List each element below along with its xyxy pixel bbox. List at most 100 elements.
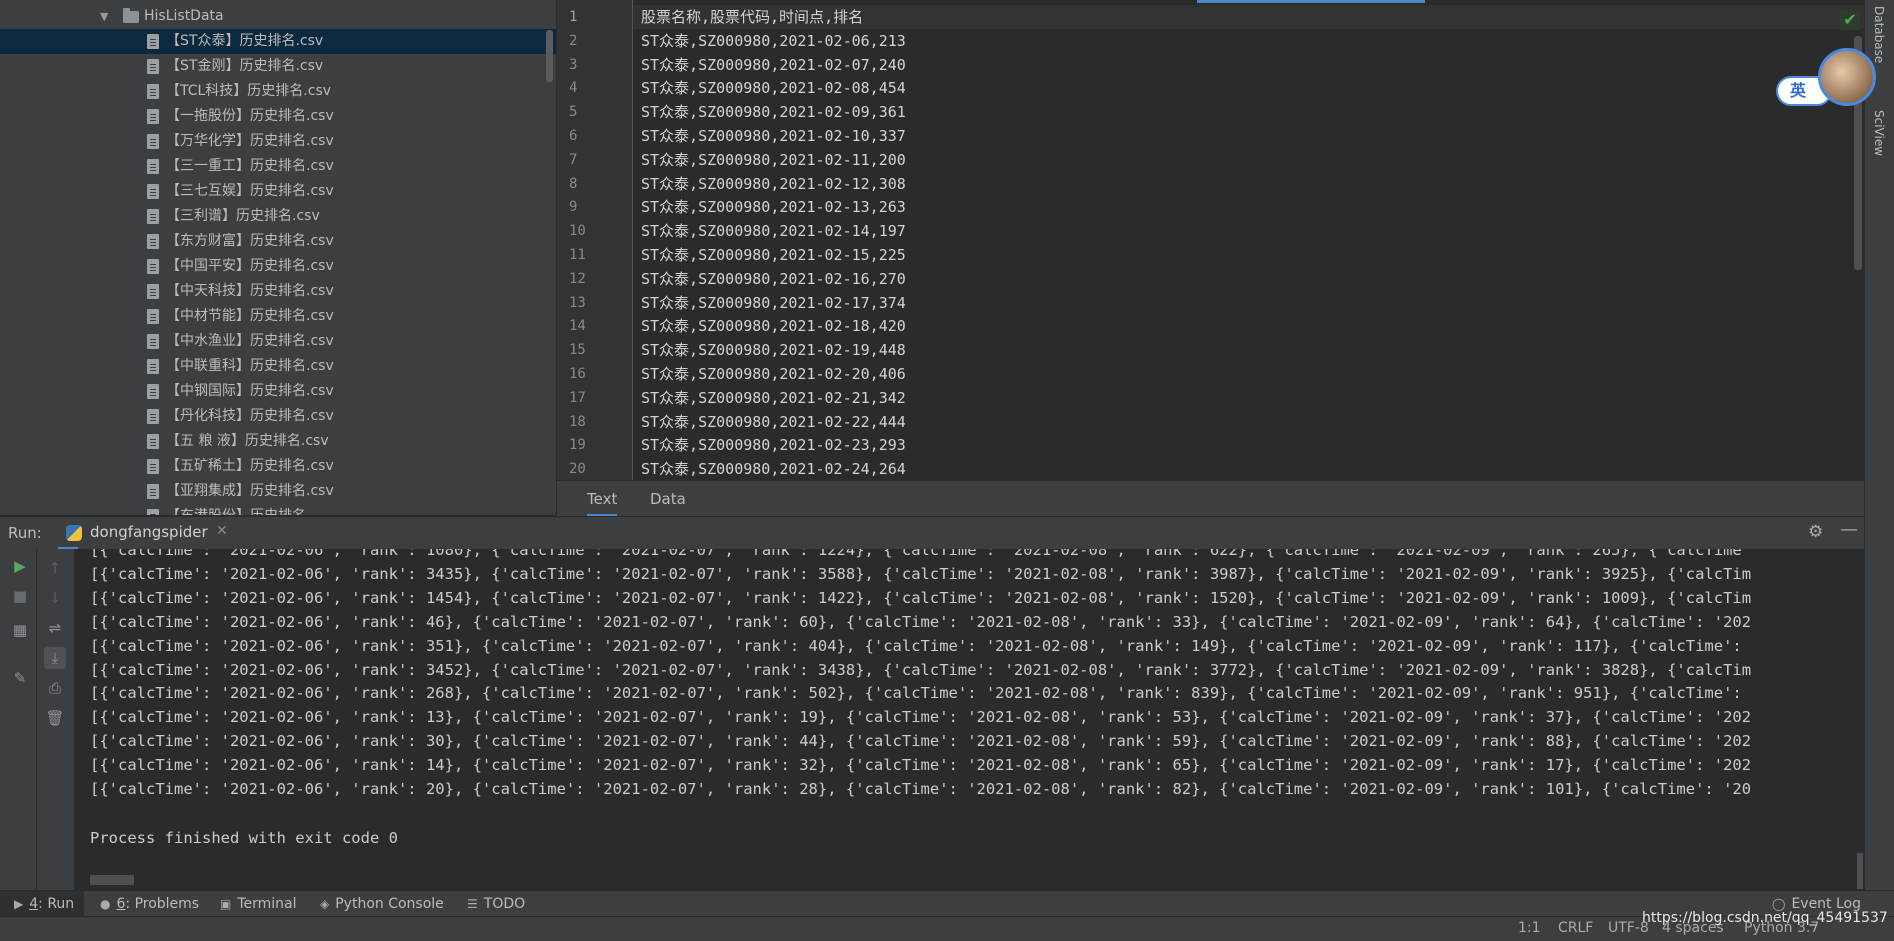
terminal-tool-button[interactable]: ▣ Terminal [220,891,297,917]
code-line[interactable]: ST众泰,SZ000980,2021-02-17,374 [641,291,906,315]
close-icon[interactable]: ✕ [216,523,228,539]
console-line: [{'calcTime': '2021-02-06', 'rank': 20},… [90,780,1752,798]
csv-file-icon [147,59,159,74]
code-line[interactable]: ST众泰,SZ000980,2021-02-21,342 [641,386,906,410]
csv-file-icon [147,209,159,224]
code-line[interactable]: ST众泰,SZ000980,2021-02-20,406 [641,362,906,386]
tree-file-item[interactable]: 【东港股份】历史排名 [0,504,556,515]
scroll-to-end-icon[interactable]: ⤓ [44,647,66,669]
tree-file-item[interactable]: 【中天科技】历史排名.csv [0,279,556,304]
caret-position[interactable]: 1:1 [1518,920,1541,936]
code-line[interactable]: ST众泰,SZ000980,2021-02-07,240 [641,53,906,77]
tree-file-label: 【万华化学】历史排名.csv [166,133,334,149]
tree-file-item[interactable]: 【五 粮 液】历史排名.csv [0,429,556,454]
todo-tool-button[interactable]: ☰ TODO [467,891,525,917]
console-horizontal-scrollbar[interactable] [90,875,134,885]
tree-file-label: 【中联重科】历史排名.csv [166,358,334,374]
tab-text[interactable]: Text [587,481,618,517]
code-line[interactable]: ST众泰,SZ000980,2021-02-14,197 [641,219,906,243]
code-line[interactable]: ST众泰,SZ000980,2021-02-08,454 [641,76,906,100]
csv-file-icon [147,359,159,374]
database-tool-button[interactable]: Database [1872,6,1886,63]
python-icon [66,525,82,541]
code-line[interactable]: ST众泰,SZ000980,2021-02-06,213 [641,29,906,53]
inspection-ok-check-icon[interactable]: ✔ [1840,10,1860,30]
soft-wrap-icon[interactable]: ⇌ [44,617,66,639]
line-number: 10 [569,223,586,240]
tree-file-item[interactable]: 【三利谱】历史排名.csv [0,204,556,229]
tab-data[interactable]: Data [650,481,686,517]
csv-file-icon [147,159,159,174]
tree-file-item[interactable]: 【中国平安】历史排名.csv [0,254,556,279]
tree-file-label: 【东方财富】历史排名.csv [166,233,334,249]
line-number: 18 [569,413,586,430]
terminal-icon: ▣ [220,897,232,911]
info-icon: ● [100,897,111,911]
console-line: [{'calcTime': '2021-02-06', 'rank': 1080… [90,549,1742,559]
tree-file-label: 【五 粮 液】历史排名.csv [166,433,329,449]
code-line[interactable]: ST众泰,SZ000980,2021-02-09,361 [641,100,906,124]
line-number: 16 [569,366,586,382]
code-line[interactable]: ST众泰,SZ000980,2021-02-12,308 [641,172,906,196]
code-line[interactable]: ST众泰,SZ000980,2021-02-10,337 [641,124,906,148]
tree-file-item[interactable]: 【中材节能】历史排名.csv [0,304,556,329]
code-line[interactable]: ST众泰,SZ000980,2021-02-24,264 [641,457,906,480]
line-number: 5 [569,104,578,121]
stop-icon[interactable]: ■ [9,585,31,607]
python-console-icon: ◈ [320,897,330,911]
tree-file-item[interactable]: 【中联重科】历史排名.csv [0,354,556,379]
run-tool-button[interactable]: ▶ 4: Run [0,891,85,917]
python-console-tool-button[interactable]: ◈ Python Console [320,891,444,917]
gear-icon[interactable]: ⚙ [1808,522,1823,542]
print-icon[interactable]: ⎙ [44,677,66,699]
csv-file-icon [147,109,159,124]
tree-file-item[interactable]: 【亚翔集成】历史排名.csv [0,479,556,504]
tree-file-item[interactable]: 【东方财富】历史排名.csv [0,229,556,254]
code-line[interactable]: ST众泰,SZ000980,2021-02-19,448 [641,338,906,362]
csv-file-icon [147,134,159,149]
code-line[interactable]: 股票名称,股票代码,时间点,排名 [641,5,863,29]
tree-file-item[interactable]: 【ST众泰】历史排名.csv [0,29,556,54]
line-number: 7 [569,151,578,168]
code-line[interactable]: ST众泰,SZ000980,2021-02-15,225 [641,243,906,267]
trash-icon[interactable]: 🗑 [44,707,66,729]
down-arrow-icon[interactable]: ↓ [44,587,66,609]
run-panel-header: Run: dongfangspider ✕ ⚙ — [0,516,1864,550]
tree-scrollbar[interactable] [546,30,553,82]
chevron-down-icon[interactable]: ▼ [100,4,108,29]
minimize-icon[interactable]: — [1840,519,1858,540]
tree-file-item[interactable]: 【五矿稀土】历史排名.csv [0,454,556,479]
code-line[interactable]: ST众泰,SZ000980,2021-02-23,293 [641,433,906,457]
code-line[interactable]: ST众泰,SZ000980,2021-02-22,444 [641,410,906,434]
line-separator[interactable]: CRLF [1558,920,1593,936]
code-line[interactable]: ST众泰,SZ000980,2021-02-16,270 [641,267,906,291]
tree-file-item[interactable]: 【三一重工】历史排名.csv [0,154,556,179]
code-line[interactable]: ST众泰,SZ000980,2021-02-13,263 [641,195,906,219]
problems-tool-button[interactable]: ● 6: Problems [100,891,199,917]
up-arrow-icon[interactable]: ↑ [44,557,66,579]
tree-folder-hislistdata[interactable]: ▼ HisListData [0,4,556,29]
user-avatar[interactable] [1818,48,1876,106]
sciview-tool-button[interactable]: SciView [1872,110,1886,156]
console-vertical-scrollbar[interactable] [1857,853,1863,889]
code-line[interactable]: ST众泰,SZ000980,2021-02-18,420 [641,314,906,338]
code-line[interactable]: ST众泰,SZ000980,2021-02-11,200 [641,148,906,172]
tree-file-label: 【中钢国际】历史排名.csv [166,383,334,399]
pin-icon[interactable]: ✎ [9,667,31,689]
tree-file-item[interactable]: 【一拖股份】历史排名.csv [0,104,556,129]
tree-file-label: 【ST金刚】历史排名.csv [166,58,324,74]
tree-file-item[interactable]: 【中水渔业】历史排名.csv [0,329,556,354]
rerun-icon[interactable]: ▶ [9,555,31,577]
run-tab-dongfangspider[interactable]: dongfangspider ✕ [58,517,228,550]
tree-file-item[interactable]: 【TCL科技】历史排名.csv [0,79,556,104]
tree-file-item[interactable]: 【中钢国际】历史排名.csv [0,379,556,404]
tree-file-item[interactable]: 【三七互娱】历史排名.csv [0,179,556,204]
layout-icon[interactable]: ▦ [9,619,31,641]
tree-file-item[interactable]: 【ST金刚】历史排名.csv [0,54,556,79]
tree-file-item[interactable]: 【丹化科技】历史排名.csv [0,404,556,429]
tree-file-label: 【亚翔集成】历史排名.csv [166,483,334,499]
console-line: [{'calcTime': '2021-02-06', 'rank': 3435… [90,564,1752,583]
console-output[interactable]: [{'calcTime': '2021-02-06', 'rank': 1080… [75,549,1864,890]
tree-file-label: 【ST众泰】历史排名.csv [166,33,324,49]
tree-file-item[interactable]: 【万华化学】历史排名.csv [0,129,556,154]
